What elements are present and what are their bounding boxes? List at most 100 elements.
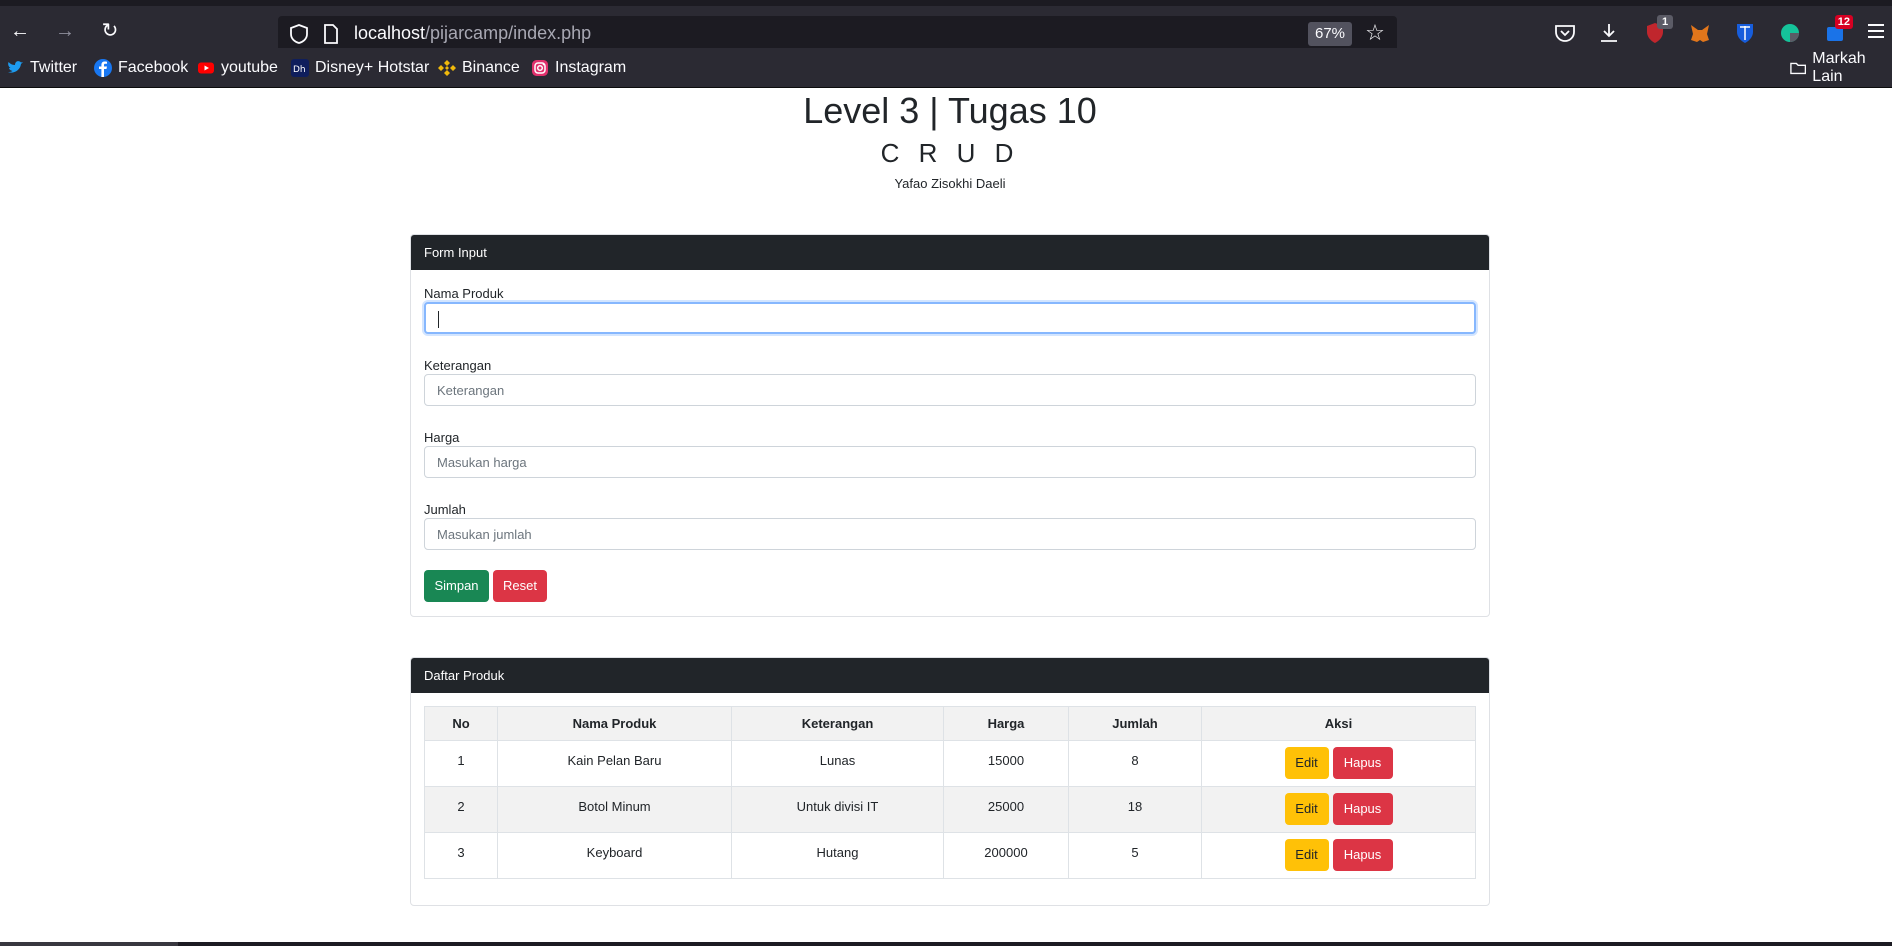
save-button[interactable]: Simpan	[424, 570, 489, 602]
cell-jumlah: 18	[1068, 786, 1202, 833]
pocket-icon[interactable]	[1553, 21, 1577, 45]
bookmark-twitter[interactable]: Twitter	[6, 58, 77, 78]
bookmark-binance[interactable]: Binance	[438, 58, 520, 78]
hotstar-icon: Dh	[291, 59, 309, 77]
table-row: 3 Keyboard Hutang 200000 5 Edit Hapus	[424, 832, 1476, 879]
bookmark-label: youtube	[221, 59, 278, 76]
bookmark-label: Facebook	[118, 59, 189, 76]
cell-keterangan: Untuk divisi IT	[731, 786, 944, 833]
table-row: 2 Botol Minum Untuk divisi IT 25000 18 E…	[424, 786, 1476, 833]
cell-nama-produk: Botol Minum	[497, 786, 732, 833]
other-bookmarks-label: Markah Lain	[1812, 50, 1866, 85]
other-bookmarks-folder[interactable]: Markah Lain	[1790, 50, 1892, 85]
table-header-row: No Nama Produk Keterangan Harga Jumlah A…	[424, 706, 1476, 741]
text-cursor	[438, 311, 439, 328]
cell-jumlah: 8	[1068, 740, 1202, 787]
form-card-header: Form Input	[411, 235, 1489, 270]
edit-button[interactable]: Edit	[1284, 747, 1329, 779]
edit-button[interactable]: Edit	[1284, 793, 1329, 825]
cell-no: 3	[424, 832, 498, 879]
edit-button[interactable]: Edit	[1284, 839, 1329, 871]
browser-toolbar: ← → ↻ localhost/pijarcamp/index.php 67% …	[0, 6, 1892, 52]
taskbar-strip	[0, 942, 1892, 946]
svg-text:Dh: Dh	[293, 65, 306, 75]
reload-icon[interactable]: ↻	[99, 20, 121, 42]
cell-nama-produk: Keyboard	[497, 832, 732, 879]
bitwarden-shield-icon[interactable]	[1733, 21, 1757, 45]
reset-button[interactable]: Reset	[493, 570, 547, 602]
harga-input[interactable]	[424, 446, 1476, 478]
cell-no: 1	[424, 740, 498, 787]
address-bar[interactable]: localhost/pijarcamp/index.php 67% ☆	[278, 16, 1397, 52]
back-arrow-icon[interactable]: ←	[9, 20, 31, 42]
facebook-icon	[94, 59, 112, 77]
nama-produk-label: Nama Produk	[424, 286, 504, 301]
jumlah-input[interactable]	[424, 518, 1476, 550]
keterangan-label: Keterangan	[424, 358, 492, 373]
bookmark-label: Binance	[462, 59, 520, 76]
cell-harga: 15000	[943, 740, 1069, 787]
cell-harga: 25000	[943, 786, 1069, 833]
page-info-icon[interactable]	[322, 24, 340, 44]
harga-label: Harga	[424, 430, 460, 445]
bookmark-instagram[interactable]: Instagram	[531, 58, 626, 78]
column-header-keterangan: Keterangan	[731, 706, 944, 741]
zoom-level-badge[interactable]: 67%	[1308, 22, 1353, 46]
column-header-jumlah: Jumlah	[1068, 706, 1202, 741]
column-header-no: No	[424, 706, 498, 741]
bookmark-facebook[interactable]: Facebook	[94, 58, 188, 78]
cell-no: 2	[424, 786, 498, 833]
cell-keterangan: Hutang	[731, 832, 944, 879]
download-icon[interactable]	[1597, 21, 1621, 45]
taskbar-segment	[0, 942, 178, 946]
product-list-card: Daftar Produk No Nama Produk Keterangan …	[410, 657, 1490, 906]
cell-harga: 200000	[943, 832, 1069, 879]
bookmark-label: Twitter	[30, 59, 78, 76]
binance-icon	[438, 60, 456, 76]
bookmark-label: Instagram	[555, 59, 627, 76]
url-host: localhost	[354, 23, 426, 43]
page-subtitle: C R U D	[880, 138, 1020, 168]
form-input-card: Form Input Nama Produk Keterangan Harga …	[410, 234, 1490, 617]
page-author: Yafao Zisokhi Daeli	[894, 176, 1006, 191]
bookmark-hotstar[interactable]: Dh Disney+ Hotstar	[291, 58, 429, 78]
cell-jumlah: 5	[1068, 832, 1202, 879]
forward-arrow-icon[interactable]: →	[54, 20, 76, 42]
extension-count-badge: 12	[1834, 15, 1853, 29]
metamask-fox-icon[interactable]	[1688, 21, 1712, 45]
page-title: Level 3 | Tugas 10	[803, 90, 1097, 131]
instagram-icon	[532, 60, 548, 76]
grammar-extension-icon[interactable]	[1778, 21, 1802, 45]
bookmark-youtube[interactable]: youtube	[197, 58, 278, 78]
delete-button[interactable]: Hapus	[1332, 839, 1393, 871]
cell-aksi: Edit Hapus	[1201, 832, 1476, 879]
cell-aksi: Edit Hapus	[1201, 786, 1476, 833]
column-header-aksi: Aksi	[1201, 706, 1476, 741]
table-row: 1 Kain Pelan Baru Lunas 15000 8 Edit Hap…	[424, 740, 1476, 787]
ublock-extension-icon[interactable]: 1	[1643, 15, 1673, 45]
twitter-icon	[8, 61, 23, 73]
nama-produk-input[interactable]	[424, 302, 1476, 334]
cell-keterangan: Lunas	[731, 740, 944, 787]
cell-aksi: Edit Hapus	[1201, 740, 1476, 787]
column-header-nama-produk: Nama Produk	[497, 706, 732, 741]
folder-icon	[1790, 62, 1807, 75]
bookmark-label: Disney+ Hotstar	[315, 59, 430, 76]
hamburger-menu-icon[interactable]	[1868, 24, 1884, 40]
column-header-harga: Harga	[943, 706, 1069, 741]
bookmark-star-icon[interactable]: ☆	[1363, 21, 1387, 45]
jumlah-label: Jumlah	[424, 502, 466, 517]
bookmarks-toolbar: Twitter Facebook youtube Dh Disney+ Hots…	[0, 48, 1892, 88]
ublock-count-badge: 1	[1657, 15, 1673, 29]
url-text[interactable]: localhost/pijarcamp/index.php	[354, 23, 591, 44]
translate-extension-icon[interactable]: 12	[1823, 15, 1853, 45]
shield-icon[interactable]	[288, 23, 310, 45]
youtube-icon	[198, 62, 214, 74]
keterangan-input[interactable]	[424, 374, 1476, 406]
list-card-header: Daftar Produk	[411, 658, 1489, 693]
delete-button[interactable]: Hapus	[1332, 793, 1393, 825]
url-path: /pijarcamp/index.php	[425, 23, 592, 43]
delete-button[interactable]: Hapus	[1332, 747, 1393, 779]
product-table: No Nama Produk Keterangan Harga Jumlah A…	[424, 706, 1476, 879]
cell-nama-produk: Kain Pelan Baru	[497, 740, 732, 787]
